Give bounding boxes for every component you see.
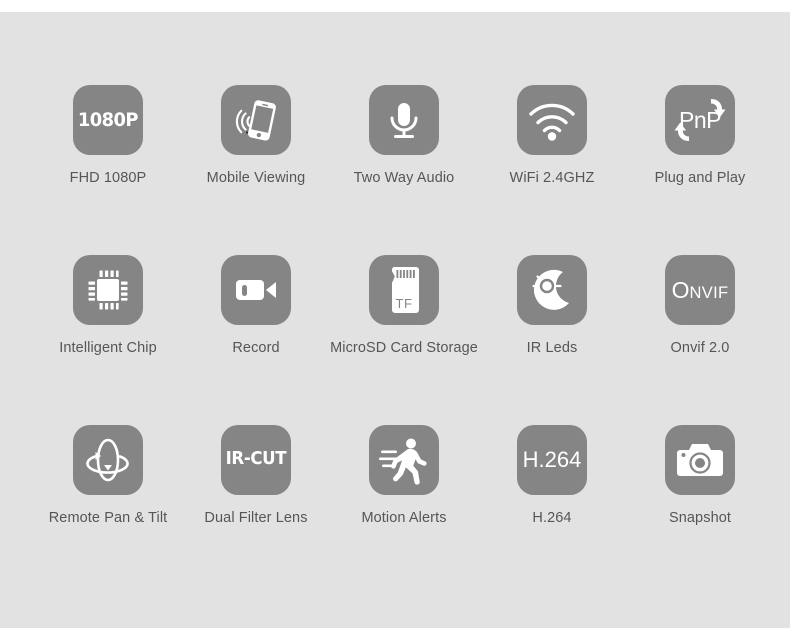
feature-item-intelligent-chip[interactable]: Intelligent Chip [34,255,182,425]
feature-label: IR Leds [526,340,578,356]
feature-item-remote-pan-tilt[interactable]: Remote Pan & Tilt [34,425,182,595]
feature-label: Plug and Play [654,170,746,186]
feature-item-dual-filter-lens[interactable]: IR-CUT Dual Filter Lens [182,425,330,595]
feature-item-microsd[interactable]: TF MicroSD Card Storage [330,255,478,425]
onvif-initial: O [671,276,690,303]
feature-item-mobile-viewing[interactable]: Mobile Viewing [182,85,330,255]
intelligent-chip-tile[interactable] [73,255,143,325]
snapshot-tile[interactable] [665,425,735,495]
ir-cut-text-icon: IR-CUT [225,449,287,470]
video-camera-icon [232,270,280,310]
1080p-tile[interactable]: 1080P [73,85,143,155]
feature-label: Motion Alerts [361,510,447,526]
feature-item-fhd-1080p[interactable]: 1080P FHD 1080P [34,85,182,255]
feature-label: Onvif 2.0 [670,340,730,356]
feature-row-2: Intelligent Chip Record TF MicroSD Card … [0,255,790,425]
feature-item-wifi[interactable]: WiFi 2.4GHZ [478,85,626,255]
feature-label: Two Way Audio [353,170,455,186]
feature-item-motion-alerts[interactable]: Motion Alerts [330,425,478,595]
ir-leds-tile[interactable] [517,255,587,325]
feature-item-snapshot[interactable]: Snapshot [626,425,774,595]
feature-row-3: Remote Pan & Tilt IR-CUT Dual Filter Len… [0,425,790,595]
mobile-viewing-tile[interactable] [221,85,291,155]
onvif-rest: NVIF [689,283,729,302]
feature-item-h264[interactable]: H.264 H.264 [478,425,626,595]
1080p-text-icon: 1080P [78,108,139,131]
feature-icons-page: 1080P FHD 1080P Mobile Viewing Two Way A… [0,0,790,628]
feature-label: WiFi 2.4GHZ [509,170,595,186]
mobile-phone-signal-icon [228,92,284,148]
photo-camera-icon [675,439,725,481]
h264-tile[interactable]: H.264 [517,425,587,495]
feature-item-record[interactable]: Record [182,255,330,425]
ir-cut-tile[interactable]: IR-CUT [221,425,291,495]
feature-label: H.264 [532,510,572,526]
sun-moon-icon [527,265,577,315]
tf-text-label: TF [395,296,413,311]
pan-tilt-rotation-icon [82,434,134,486]
feature-label: MicroSD Card Storage [330,340,478,356]
remote-pan-tilt-tile[interactable] [73,425,143,495]
record-tile[interactable] [221,255,291,325]
feature-grid: 1080P FHD 1080P Mobile Viewing Two Way A… [0,12,790,595]
feature-label: Snapshot [668,510,732,526]
feature-item-plug-and-play[interactable]: PnP Plug and Play [626,85,774,255]
onvif-text-icon: O NVIF [672,277,729,304]
microphone-icon [380,96,428,144]
feature-row-1: 1080P FHD 1080P Mobile Viewing Two Way A… [0,12,790,255]
running-person-motion-icon [378,435,430,485]
feature-item-ir-leds[interactable]: IR Leds [478,255,626,425]
feature-label: FHD 1080P [69,170,147,186]
pnp-text-label: PnP [679,106,721,133]
h264-text-icon: H.264 [522,447,582,472]
feature-label: Record [232,340,280,356]
feature-item-two-way-audio[interactable]: Two Way Audio [330,85,478,255]
wifi-icon [527,98,577,142]
onvif-tile[interactable]: O NVIF [665,255,735,325]
two-way-audio-tile[interactable] [369,85,439,155]
cpu-chip-icon [84,266,132,314]
feature-label: Dual Filter Lens [204,510,308,526]
feature-item-onvif[interactable]: O NVIF Onvif 2.0 [626,255,774,425]
feature-label: Intelligent Chip [59,340,157,356]
feature-grid-panel: 1080P FHD 1080P Mobile Viewing Two Way A… [0,12,790,628]
feature-label: Mobile Viewing [206,170,306,186]
motion-alerts-tile[interactable] [369,425,439,495]
microsd-tile[interactable]: TF [369,255,439,325]
wifi-tile[interactable] [517,85,587,155]
feature-label: Remote Pan & Tilt [48,510,168,526]
plug-and-play-tile[interactable]: PnP [665,85,735,155]
